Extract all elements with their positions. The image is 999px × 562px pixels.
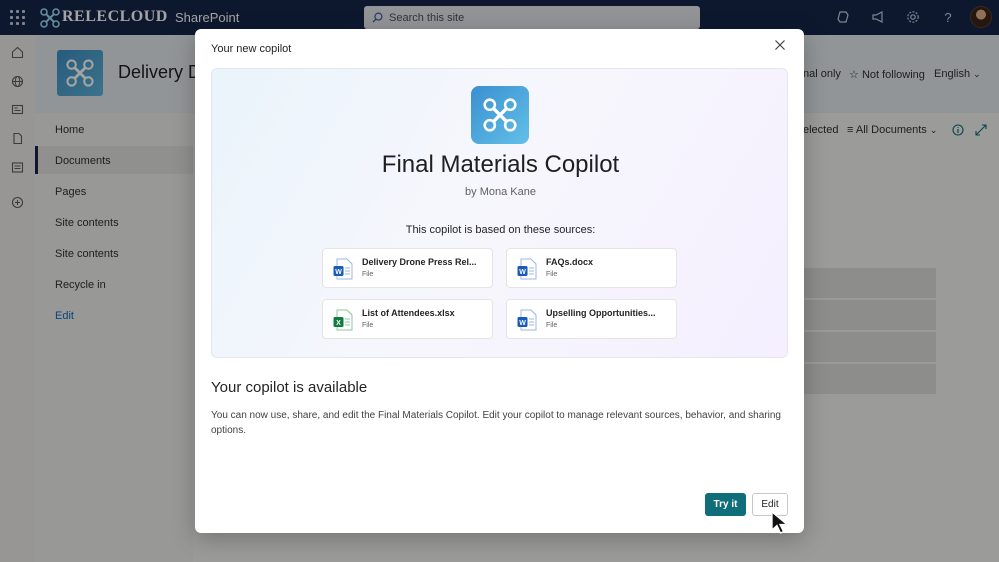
- file-type: File: [546, 322, 558, 329]
- svg-text:W: W: [335, 269, 342, 276]
- file-name: Upselling Opportunities...: [546, 308, 656, 318]
- copilot-dialog: Your new copilot Final Materials Copilot…: [195, 29, 804, 533]
- try-it-button[interactable]: Try it: [705, 493, 746, 516]
- file-type: File: [362, 322, 374, 329]
- svg-text:W: W: [519, 320, 526, 327]
- source-file-card[interactable]: W Upselling Opportunities... File: [506, 299, 677, 339]
- availability-description: You can now use, share, and edit the Fin…: [211, 410, 781, 436]
- svg-text:X: X: [336, 320, 341, 327]
- source-file-card[interactable]: W Delivery Drone Press Rel... File: [322, 248, 493, 288]
- file-name: Delivery Drone Press Rel...: [362, 257, 477, 267]
- sources-intro: This copilot is based on these sources:: [405, 224, 596, 236]
- word-icon: W: [517, 258, 537, 280]
- close-icon[interactable]: [772, 39, 788, 55]
- copilot-summary-card: Final Materials Copilot by Mona Kane Thi…: [211, 68, 788, 358]
- svg-text:W: W: [519, 269, 526, 276]
- copilot-name: Final Materials Copilot: [381, 151, 620, 178]
- mouse-pointer-icon: [771, 511, 789, 534]
- file-name: FAQs.docx: [546, 257, 594, 267]
- excel-icon: X: [333, 309, 353, 331]
- source-file-card[interactable]: W FAQs.docx File: [506, 248, 677, 288]
- word-icon: W: [517, 309, 537, 331]
- copilot-drone-icon: [471, 86, 529, 144]
- file-type: File: [546, 271, 558, 278]
- file-name: List of Attendees.xlsx: [362, 308, 455, 318]
- source-file-card[interactable]: X List of Attendees.xlsx File: [322, 299, 493, 339]
- availability-heading: Your copilot is available: [211, 379, 368, 396]
- copilot-author: by Mona Kane: [465, 186, 536, 198]
- word-icon: W: [333, 258, 353, 280]
- file-type: File: [362, 271, 374, 278]
- dialog-title: Your new copilot: [211, 43, 292, 55]
